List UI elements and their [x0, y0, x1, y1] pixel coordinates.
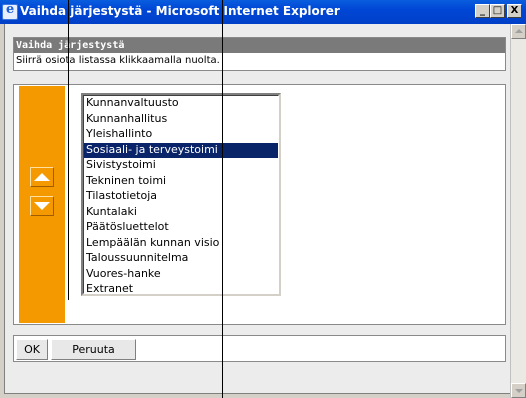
- list-item[interactable]: Päätösluettelot: [84, 220, 278, 236]
- maximize-button[interactable]: □: [490, 4, 505, 18]
- cancel-button[interactable]: Peruuta: [51, 339, 136, 360]
- overlay-line-left: [68, 0, 69, 300]
- reorder-panel: Kunnanvaltuusto Kunnanhallitus Yleishallin…: [13, 84, 506, 325]
- scroll-up-icon[interactable]: [511, 24, 526, 39]
- list-item[interactable]: Yleishallinto: [84, 127, 278, 143]
- list-item[interactable]: Sosiaali- ja terveystoimi: [84, 142, 278, 158]
- vertical-scrollbar[interactable]: [510, 24, 526, 398]
- panel-title: Vaihda järjestystä: [14, 38, 505, 53]
- list-item[interactable]: Tekninen toimi: [84, 174, 278, 190]
- list-item[interactable]: Vuores-hanke: [84, 267, 278, 283]
- internet-explorer-icon: [2, 2, 18, 20]
- move-down-button[interactable]: [30, 196, 54, 216]
- list-item[interactable]: Tilastotietoja: [84, 189, 278, 205]
- scroll-down-icon[interactable]: [511, 383, 526, 398]
- window-controls: _ □ X: [475, 4, 522, 18]
- move-up-button[interactable]: [30, 167, 54, 187]
- header-panel: Vaihda järjestystä Siirrä osiota listass…: [13, 37, 506, 71]
- overlay-line-right: [222, 0, 223, 398]
- list-item[interactable]: Sivistystoimi: [84, 158, 278, 174]
- title-bar[interactable]: Vaihda järjestystä - Microsoft Internet …: [0, 0, 526, 24]
- panel-description: Siirrä osiota listassa klikkaamalla nuol…: [16, 55, 220, 66]
- minimize-button[interactable]: _: [475, 4, 490, 18]
- arrow-toolbar: [19, 86, 65, 323]
- list-item[interactable]: Kunnanvaltuusto: [84, 96, 278, 112]
- list-item[interactable]: Extranet: [84, 282, 278, 298]
- close-button[interactable]: X: [507, 4, 522, 18]
- list-item[interactable]: Kunnanhallitus: [84, 112, 278, 128]
- section-listbox[interactable]: Kunnanvaltuusto Kunnanhallitus Yleishallin…: [81, 93, 281, 296]
- dialog-content: Vaihda järjestystä Siirrä osiota listass…: [4, 24, 510, 394]
- list-item[interactable]: Taloussuunnitelma: [84, 251, 278, 267]
- list-item[interactable]: Kuntalaki: [84, 205, 278, 221]
- listbox-items: Kunnanvaltuusto Kunnanhallitus Yleishallin…: [83, 95, 279, 295]
- list-item[interactable]: Lempäälän kunnan visio: [84, 236, 278, 252]
- ok-button[interactable]: OK: [16, 339, 48, 360]
- button-panel: OK Peruuta: [13, 335, 506, 362]
